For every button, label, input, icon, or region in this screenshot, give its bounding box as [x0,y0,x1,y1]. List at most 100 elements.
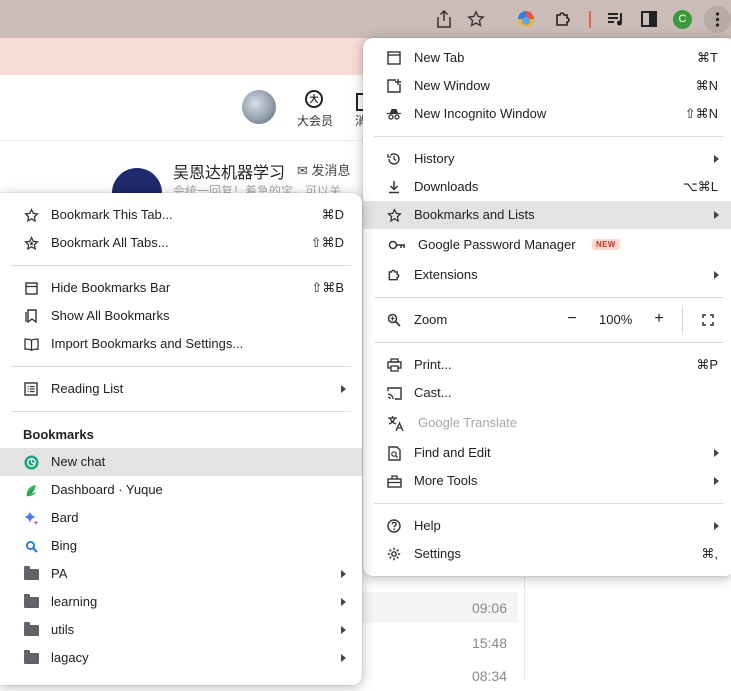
folder-icon [23,621,39,638]
printer-icon [386,357,402,373]
bookmark-label: utils [51,622,75,637]
menu-item-label: New Window [414,78,490,93]
zoom-in-button[interactable]: + [650,310,668,328]
chat-row[interactable]: 15:48 [362,627,518,658]
menu-item-label: Show All Bookmarks [51,308,170,323]
bard-icon [23,510,39,526]
menu-item-more-tools[interactable]: More Tools [363,467,731,495]
bookmark-yuque[interactable]: Dashboard · Yuque [0,476,362,504]
submenu-arrow-icon [714,477,719,485]
chat-time: 09:06 [471,600,507,616]
browser-toolbar: C [0,0,731,38]
chat-row[interactable]: 09:06 [362,592,518,623]
menu-item-find-and-edit[interactable]: Find and Edit [363,439,731,467]
bookmark-folder-pa[interactable]: PA [0,560,362,588]
submenu-arrow-icon [714,155,719,163]
menu-divider [11,265,351,266]
send-message-button[interactable]: ✉ 发消息 [297,160,351,179]
stars-icon [23,235,39,251]
menu-item-help[interactable]: Help [363,512,731,540]
menu-item-extensions[interactable]: Extensions [363,261,731,289]
menu-divider [374,503,724,504]
menu-item-label: Downloads [414,179,479,194]
puzzle-icon[interactable] [551,7,575,31]
menu-item-history[interactable]: History [363,145,731,173]
menu-item-hide-bookmarks-bar[interactable]: Hide Bookmarks Bar ⇧⌘B [0,274,362,302]
menu-item-new-tab[interactable]: New Tab ⌘T [363,44,731,72]
profile-avatar[interactable]: C [673,10,692,29]
bookmark-folder-learning[interactable]: learning [0,588,362,616]
menu-item-shortcut: ⇧⌘B [311,280,344,295]
menu-item-reading-list[interactable]: Reading List [0,375,362,403]
colorful-extension-icon[interactable] [514,7,538,31]
zoom-level: 100% [599,312,633,327]
channel-title[interactable]: 吴恩达机器学习 [173,159,285,183]
submenu-arrow-icon [341,598,346,606]
menu-item-shortcut: ⌘T [697,50,718,65]
vip-label[interactable]: 大会员 [297,112,333,129]
submenu-arrow-icon [714,522,719,530]
kebab-icon[interactable] [704,6,731,33]
reading-list-icon [23,381,39,397]
cast-icon [386,385,402,401]
menu-item-label: Cast... [414,385,452,400]
menu-item-label: New Incognito Window [414,106,547,121]
star-icon [23,207,39,223]
bookmark-new-chat[interactable]: New chat [0,448,362,476]
toolbar-divider [589,11,591,28]
vip-icon[interactable]: 大 [305,90,323,108]
toolbox-icon [386,473,402,489]
submenu-arrow-icon [714,271,719,279]
menu-item-label: More Tools [414,473,478,488]
chat-row[interactable]: 08:34 [362,660,518,691]
chrome-main-menu: New Tab ⌘T New Window ⌘N New Incognito W… [363,38,731,576]
menu-item-new-incognito-window[interactable]: New Incognito Window ⇧⌘N [363,100,731,128]
star-icon[interactable] [464,7,488,31]
bookmark-manager-icon [23,308,39,324]
menu-item-shortcut: ⌥⌘L [682,179,718,194]
menu-divider [374,342,724,343]
menu-item-shortcut: ⌘N [695,78,718,93]
menu-item-cast[interactable]: Cast... [363,379,731,407]
gear-icon [386,546,402,562]
sidepanel-icon[interactable] [637,7,661,31]
star-icon [386,207,402,223]
menu-item-shortcut: ⌘D [321,207,344,222]
menu-item-print[interactable]: Print... ⌘P [363,351,731,379]
menu-item-bookmark-all-tabs[interactable]: Bookmark All Tabs... ⇧⌘D [0,229,362,257]
bookmark-bard[interactable]: Bard [0,504,362,532]
user-avatar[interactable] [242,90,276,124]
menu-item-show-all-bookmarks[interactable]: Show All Bookmarks [0,302,362,330]
menu-item-downloads[interactable]: Downloads ⌥⌘L [363,173,731,201]
menu-item-zoom: Zoom − 100% + [363,306,731,334]
bookmark-bing[interactable]: Bing [0,532,362,560]
puzzle-icon [386,267,402,283]
menu-item-settings[interactable]: Settings ⌘, [363,540,731,568]
fullscreen-icon[interactable] [700,312,716,328]
menu-item-bookmark-this-tab[interactable]: Bookmark This Tab... ⌘D [0,201,362,229]
menu-item-label: Google Password Manager [418,237,576,252]
help-icon [386,518,402,534]
menu-item-label: Find and Edit [414,445,491,460]
new-tab-icon [386,50,402,66]
menu-item-password-manager[interactable]: Google Password Manager NEW [363,231,731,259]
bookmark-folder-lagacy[interactable]: lagacy [0,644,362,672]
bookmark-folder-utils[interactable]: utils [0,616,362,644]
menu-item-shortcut: ⇧⌘D [310,235,344,250]
menu-divider [11,366,351,367]
menu-item-shortcut: ⌘P [696,357,718,372]
media-icon[interactable] [604,7,628,31]
menu-item-label: Bookmark All Tabs... [51,235,169,250]
submenu-arrow-icon [341,654,346,662]
menu-item-import-bookmarks[interactable]: Import Bookmarks and Settings... [0,330,362,358]
zoom-divider [682,306,683,334]
menu-item-label: Print... [414,357,452,372]
bookmarks-submenu: Bookmark This Tab... ⌘D Bookmark All Tab… [0,193,362,685]
menu-item-new-window[interactable]: New Window ⌘N [363,72,731,100]
share-icon[interactable] [432,7,456,31]
menu-item-label: History [414,151,455,166]
bookmark-label: Bing [51,538,78,553]
zoom-out-button[interactable]: − [563,310,581,328]
menu-item-bookmarks-and-lists[interactable]: Bookmarks and Lists [363,201,731,229]
menu-divider [374,136,724,137]
